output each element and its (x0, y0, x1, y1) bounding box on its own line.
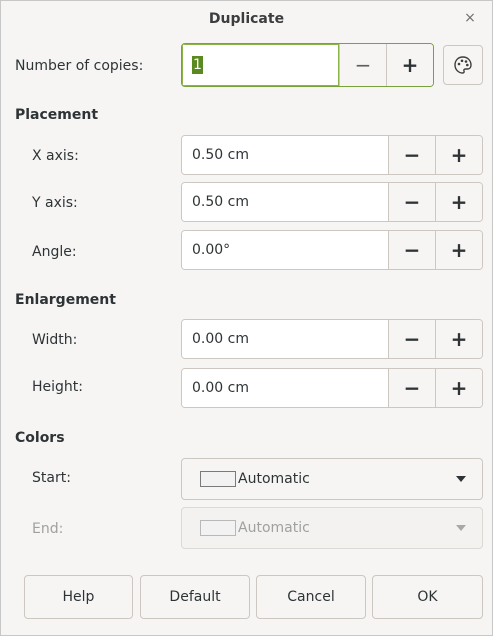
angle-input[interactable]: 0.00° (182, 231, 388, 269)
x-axis-input[interactable]: 0.50 cm (182, 136, 388, 174)
cancel-button[interactable]: Cancel (256, 575, 366, 619)
angle-label: Angle: (32, 244, 77, 260)
palette-icon (454, 56, 472, 74)
ok-button[interactable]: OK (372, 575, 483, 619)
x-axis-increment-button[interactable]: + (435, 136, 482, 174)
y-axis-input[interactable]: 0.50 cm (182, 183, 388, 221)
width-decrement-button[interactable]: − (388, 320, 435, 358)
width-label: Width: (32, 332, 78, 348)
close-icon[interactable]: × (462, 9, 478, 27)
width-input[interactable]: 0.00 cm (182, 320, 388, 358)
colors-heading: Colors (15, 430, 65, 446)
copies-input[interactable]: 1 (182, 44, 339, 86)
y-axis-decrement-button[interactable]: − (388, 183, 435, 221)
height-input[interactable]: 0.00 cm (182, 369, 388, 407)
y-axis-label: Y axis: (32, 195, 78, 211)
start-color-swatch (200, 471, 236, 487)
start-color-dropdown[interactable]: Automatic (181, 458, 483, 500)
end-color-label: End: (32, 521, 64, 537)
height-decrement-button[interactable]: − (388, 369, 435, 407)
chevron-down-icon (456, 476, 466, 482)
x-axis-label: X axis: (32, 148, 79, 164)
values-from-selection-button[interactable] (443, 45, 483, 85)
copies-increment-button[interactable]: + (386, 44, 433, 86)
x-axis-decrement-button[interactable]: − (388, 136, 435, 174)
end-color-swatch (200, 520, 236, 536)
height-label: Height: (32, 379, 83, 395)
width-spinbox: 0.00 cm − + (181, 319, 483, 359)
duplicate-dialog: Duplicate × Number of copies: 1 − + Plac… (0, 0, 493, 636)
width-increment-button[interactable]: + (435, 320, 482, 358)
placement-heading: Placement (15, 107, 99, 123)
end-color-dropdown: Automatic (181, 507, 483, 549)
copies-spinbox: 1 − + (181, 43, 434, 87)
enlargement-heading: Enlargement (15, 292, 116, 308)
chevron-down-icon (456, 525, 466, 531)
dialog-title: Duplicate (208, 11, 285, 27)
start-color-label: Start: (32, 470, 71, 486)
copies-label: Number of copies: (15, 58, 144, 74)
start-color-value: Automatic (238, 471, 310, 487)
copies-decrement-button[interactable]: − (339, 44, 386, 86)
x-axis-spinbox: 0.50 cm − + (181, 135, 483, 175)
height-increment-button[interactable]: + (435, 369, 482, 407)
title-bar: Duplicate × (1, 1, 492, 37)
default-button[interactable]: Default (140, 575, 250, 619)
angle-decrement-button[interactable]: − (388, 231, 435, 269)
help-button[interactable]: Help (24, 575, 133, 619)
angle-spinbox: 0.00° − + (181, 230, 483, 270)
angle-increment-button[interactable]: + (435, 231, 482, 269)
y-axis-increment-button[interactable]: + (435, 183, 482, 221)
end-color-value: Automatic (238, 520, 310, 536)
height-spinbox: 0.00 cm − + (181, 368, 483, 408)
y-axis-spinbox: 0.50 cm − + (181, 182, 483, 222)
